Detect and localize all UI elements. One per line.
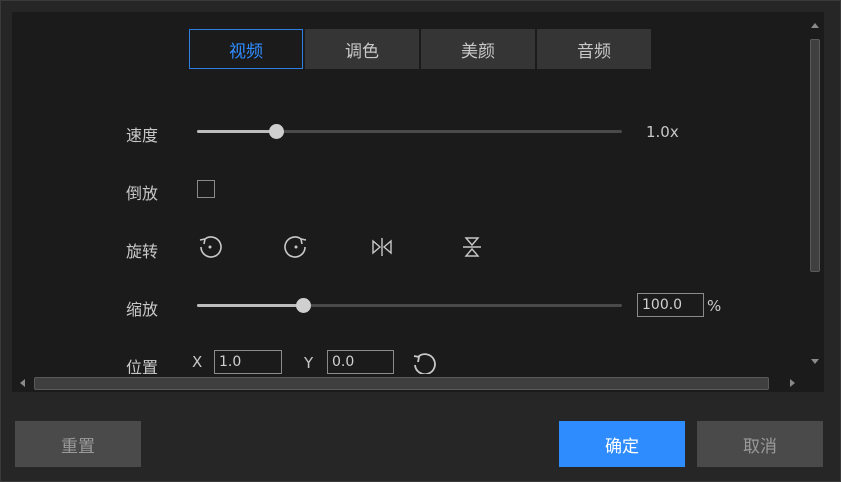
scale-input[interactable]: 100.0	[637, 293, 704, 317]
position-x-label: X	[192, 353, 203, 371]
scroll-left-arrow-icon[interactable]	[20, 379, 25, 387]
position-y-input[interactable]: 0.0	[327, 350, 394, 374]
scroll-right-arrow-icon[interactable]	[790, 379, 795, 387]
scroll-down-arrow-icon[interactable]	[811, 359, 819, 364]
confirm-button[interactable]: 确定	[559, 421, 685, 467]
reverse-checkbox[interactable]	[197, 180, 215, 198]
vertical-scrollbar[interactable]	[806, 12, 824, 374]
settings-scroll-area: 视频 调色 美颜 音频 速度 1.0x 倒放 旋转 缩放 100.0 % 位置 …	[12, 12, 824, 392]
speed-slider-fill	[197, 130, 276, 133]
rotate-label: 旋转	[126, 242, 159, 261]
flip-vertical-icon[interactable]	[458, 233, 486, 261]
tab-color[interactable]: 调色	[305, 29, 419, 69]
rotate-clockwise-icon[interactable]	[282, 233, 310, 261]
scale-unit: %	[707, 297, 722, 315]
scroll-up-arrow-icon[interactable]	[811, 23, 819, 28]
speed-slider-thumb[interactable]	[268, 124, 284, 139]
speed-value: 1.0x	[646, 123, 679, 141]
vertical-scrollbar-thumb[interactable]	[810, 39, 820, 272]
tab-audio[interactable]: 音频	[537, 29, 651, 69]
horizontal-scrollbar[interactable]	[12, 374, 806, 392]
tab-beauty[interactable]: 美颜	[421, 29, 535, 69]
cancel-button[interactable]: 取消	[697, 421, 823, 467]
horizontal-scrollbar-thumb[interactable]	[34, 377, 769, 390]
speed-slider[interactable]	[197, 124, 622, 139]
reset-button[interactable]: 重置	[15, 421, 141, 467]
speed-label: 速度	[126, 126, 159, 145]
tab-video[interactable]: 视频	[189, 29, 303, 69]
flip-horizontal-icon[interactable]	[368, 233, 396, 261]
scale-slider-thumb[interactable]	[296, 298, 312, 313]
scale-label: 缩放	[126, 300, 159, 319]
position-x-input[interactable]: 1.0	[214, 350, 282, 374]
position-y-label: Y	[304, 354, 314, 372]
scale-slider[interactable]	[197, 298, 622, 313]
reverse-label: 倒放	[126, 184, 159, 203]
rotate-counterclockwise-icon[interactable]	[196, 233, 224, 261]
tab-bar: 视频 调色 美颜 音频	[189, 29, 653, 69]
scale-slider-fill	[197, 304, 304, 307]
dialog: 视频 调色 美颜 音频 速度 1.0x 倒放 旋转 缩放 100.0 % 位置 …	[0, 0, 841, 482]
